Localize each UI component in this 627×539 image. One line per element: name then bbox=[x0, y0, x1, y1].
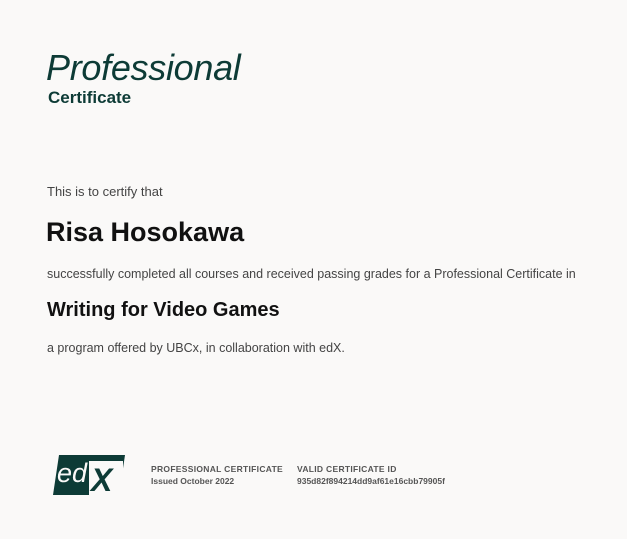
certificate-info-block: PROFESSIONAL CERTIFICATE Issued October … bbox=[151, 463, 283, 487]
certificate-type-label: PROFESSIONAL CERTIFICATE bbox=[151, 464, 284, 474]
certificate-type-title: Professional bbox=[46, 47, 241, 88]
recipient-name: Risa Hosokawa bbox=[46, 217, 245, 247]
issued-date: Issued October 2022 bbox=[151, 476, 235, 486]
certificate-type-subtitle: Certificate bbox=[48, 88, 132, 107]
certificate-id-value[interactable]: 935d82f894214dd9af61e16cbb79905f bbox=[297, 475, 445, 487]
completion-statement: successfully completed all courses and r… bbox=[47, 267, 576, 281]
edx-logo: ed X bbox=[53, 455, 125, 495]
program-title: Writing for Video Games bbox=[47, 299, 280, 321]
certify-intro-text: This is to certify that bbox=[47, 184, 163, 199]
certificate-id-block: VALID CERTIFICATE ID 935d82f894214dd9af6… bbox=[297, 463, 445, 487]
edx-logo-x: X bbox=[89, 462, 114, 495]
edx-logo-ed: ed bbox=[57, 458, 88, 488]
certificate-id-label: VALID CERTIFICATE ID bbox=[297, 464, 397, 474]
program-offered-by: a program offered by UBCx, in collaborat… bbox=[47, 341, 345, 355]
